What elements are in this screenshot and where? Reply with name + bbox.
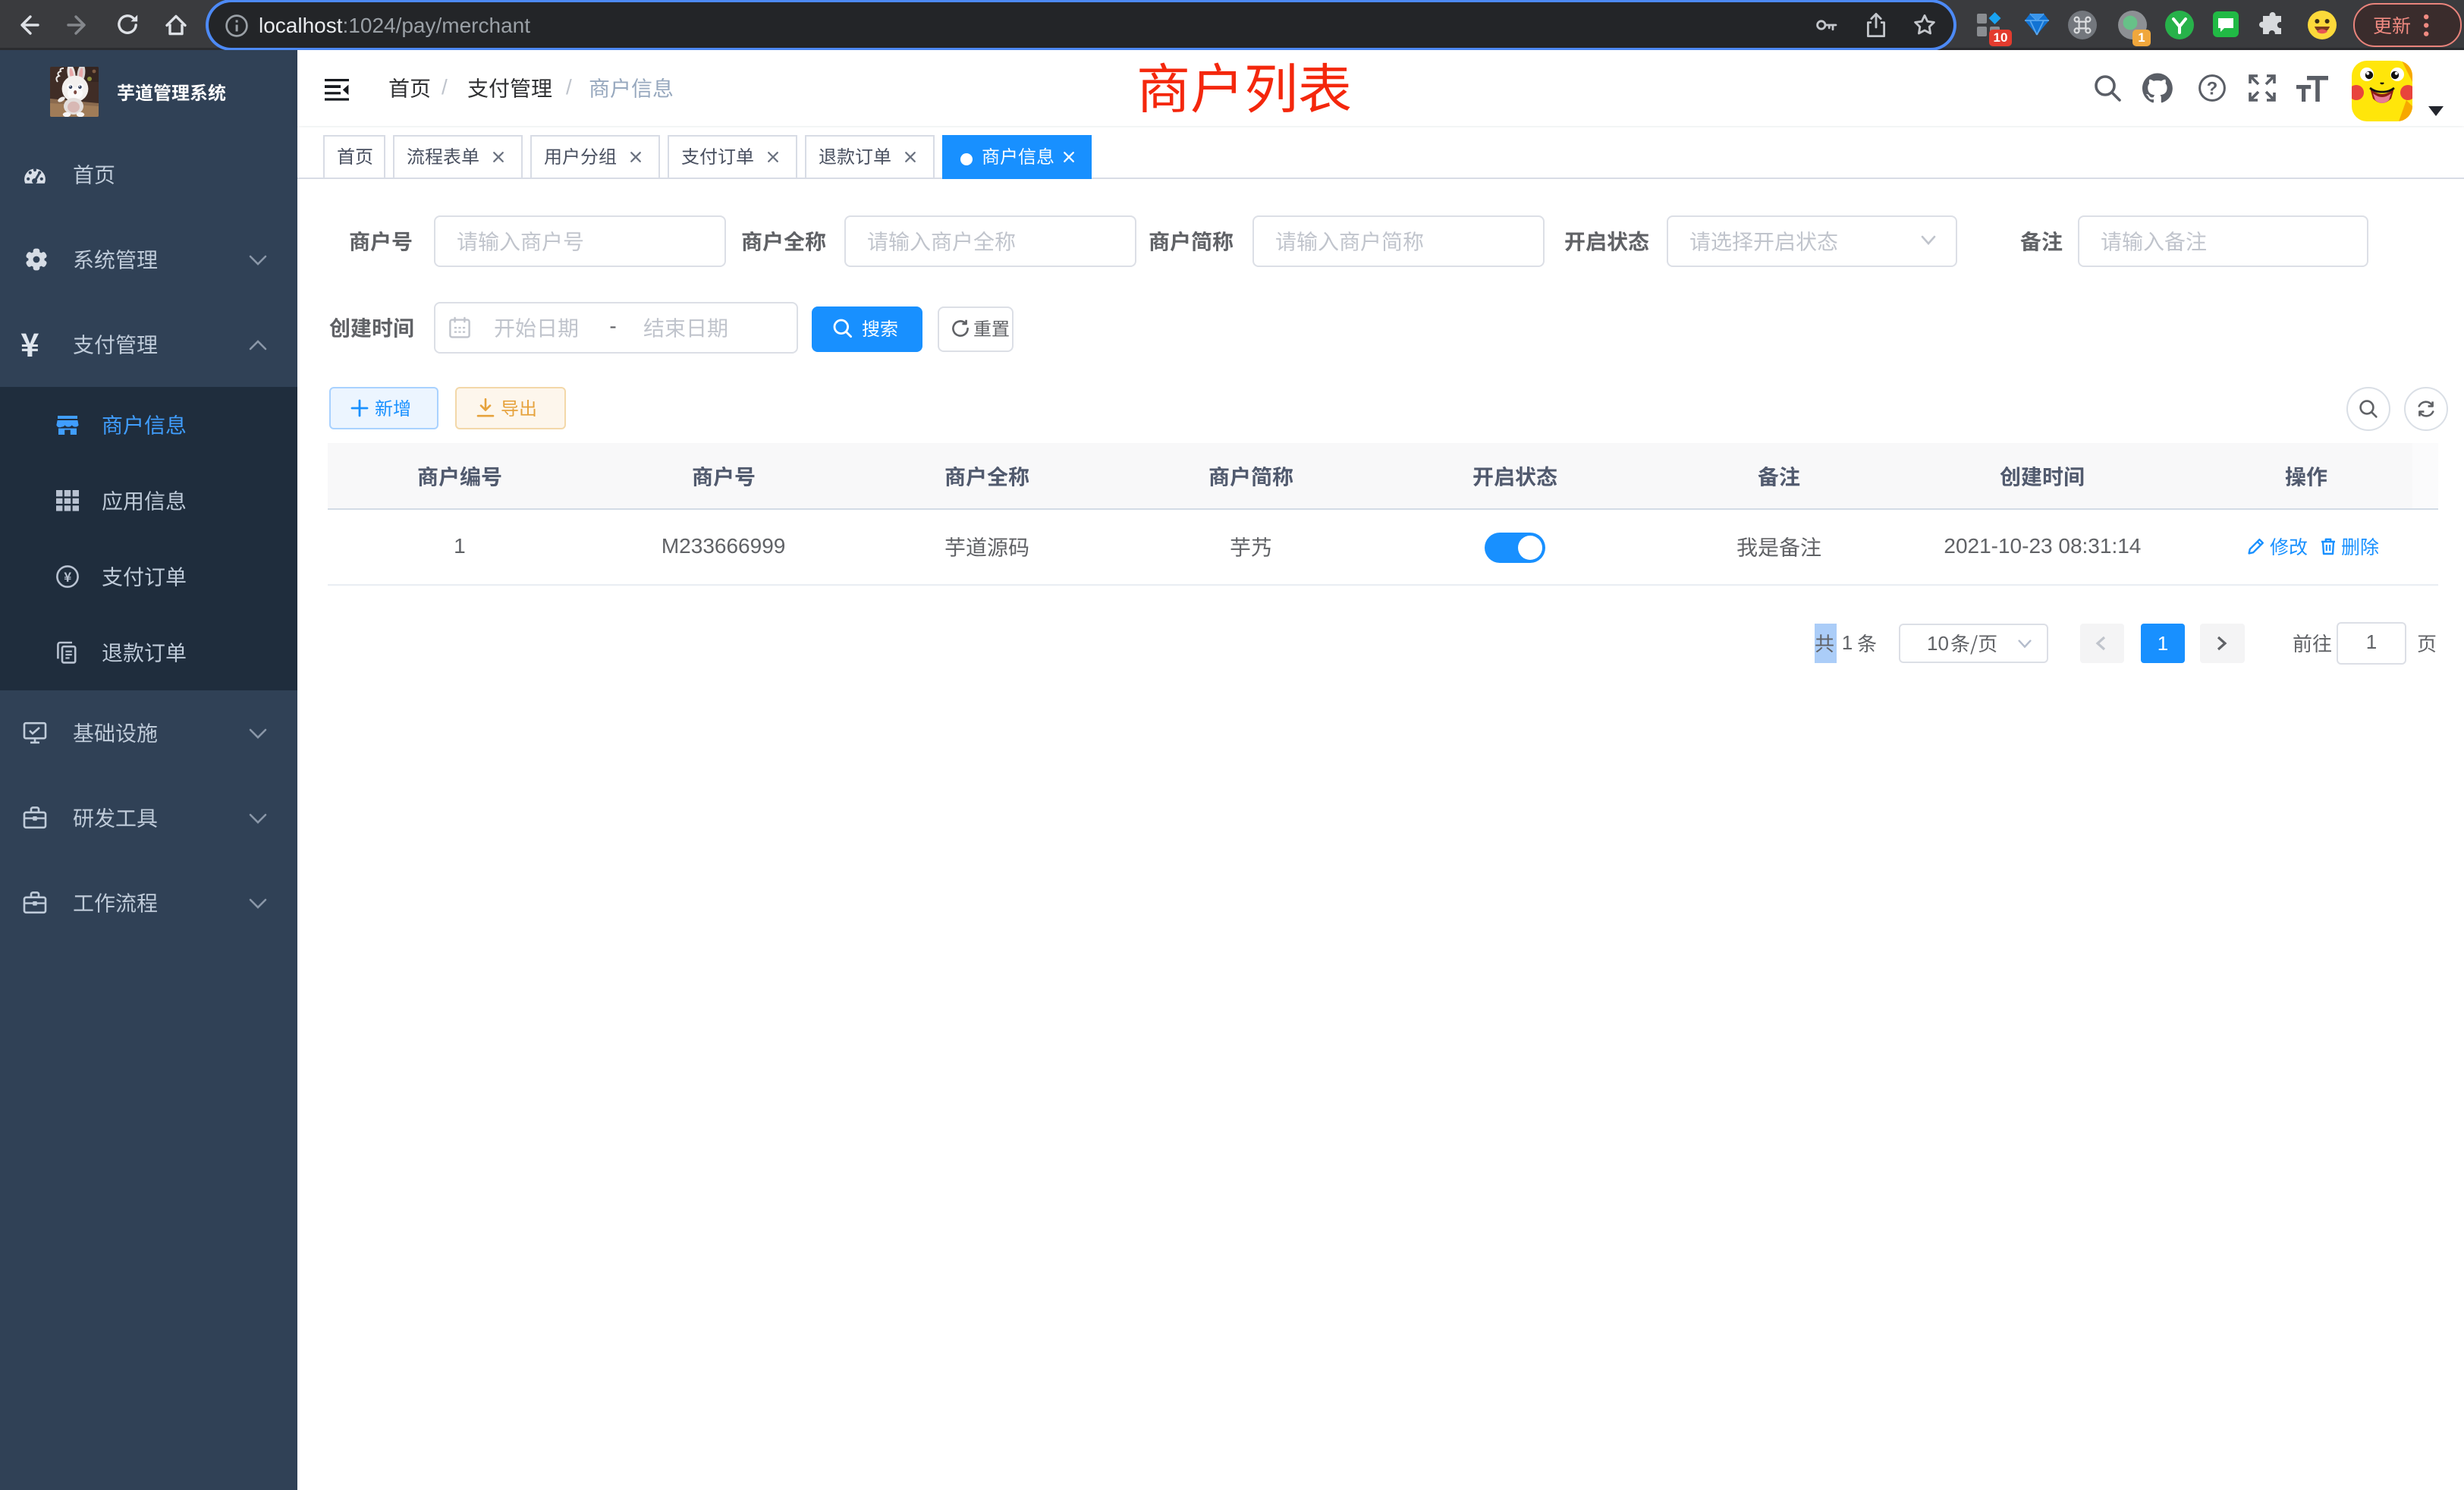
svg-text:?: ? xyxy=(2207,78,2218,99)
